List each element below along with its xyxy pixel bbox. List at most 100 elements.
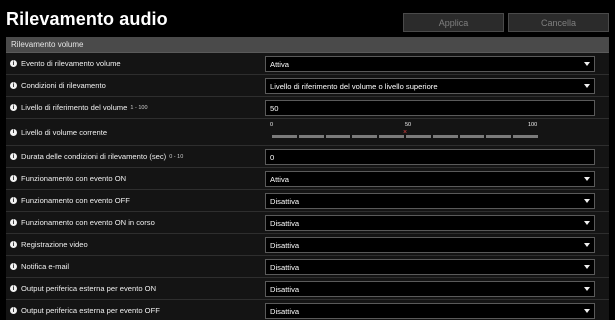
section-header: Rilevamento volume	[6, 37, 609, 53]
setting-label-text: Notifica e-mail	[21, 262, 70, 271]
setting-row: i Condizioni di rilevamento Livello di rif…	[6, 75, 609, 97]
cancel-button[interactable]: Cancella	[508, 13, 609, 32]
dropdown-value: Disattiva	[270, 262, 300, 272]
dropdown-value: Disattiva	[270, 196, 300, 206]
setting-label-text: Output periferica esterna per evento ON	[21, 284, 157, 293]
setting-label: i Funzionamento con evento ON	[10, 168, 126, 189]
meter-min-label: 0	[270, 122, 274, 128]
info-icon[interactable]: i	[10, 197, 17, 204]
setting-label: i Output periferica esterna per evento OF…	[10, 300, 160, 320]
chevron-down-icon	[584, 177, 590, 181]
setting-row: i Funzionamento con evento OFF Disattiva	[6, 190, 609, 212]
setting-label: i Funzionamento con evento ON in corso	[10, 212, 155, 233]
chevron-down-icon	[584, 287, 590, 291]
dropdown-value: Disattiva	[270, 218, 300, 228]
meter-segment	[298, 135, 324, 138]
meter-segment	[379, 135, 404, 138]
setting-label-text: Durata delle condizioni di rilevamento (…	[21, 152, 167, 161]
text-input[interactable]: 0	[265, 149, 595, 165]
dropdown-value: Disattiva	[270, 284, 300, 294]
setting-label: i Livello di volume corrente	[10, 119, 107, 145]
meter-segment	[486, 135, 512, 138]
dropdown-select[interactable]: Disattiva	[265, 259, 595, 275]
meter-segment	[405, 135, 431, 138]
meter-segment	[325, 135, 351, 138]
setting-row: i Registrazione video Disattiva	[6, 234, 609, 256]
input-value: 0	[270, 152, 275, 162]
setting-row: i Livello di riferimento del volume 1 - 10…	[6, 97, 609, 119]
setting-row: i Durata delle condizioni di rilevamento …	[6, 146, 609, 168]
meter-segment	[272, 135, 297, 138]
setting-label-text: Condizioni di rilevamento	[21, 81, 106, 90]
range-hint: 1 - 100	[130, 104, 148, 111]
setting-label: i Livello di riferimento del volume 1 - 10…	[10, 97, 148, 118]
text-input[interactable]: 50	[265, 100, 595, 116]
dropdown-select[interactable]: Livello di riferimento del volume o live…	[265, 78, 595, 94]
setting-label: i Condizioni di rilevamento	[10, 75, 106, 96]
info-icon[interactable]: i	[10, 104, 17, 111]
setting-label: i Funzionamento con evento OFF	[10, 190, 130, 211]
chevron-down-icon	[584, 84, 590, 88]
setting-label-text: Evento di rilevamento volume	[21, 59, 121, 68]
dropdown-select[interactable]: Disattiva	[265, 281, 595, 297]
dropdown-select[interactable]: Disattiva	[265, 237, 595, 253]
reference-level-marker: ×	[403, 129, 408, 136]
info-icon[interactable]: i	[10, 128, 17, 136]
meter-max-label: 100	[528, 122, 538, 128]
setting-label: i Evento di rilevamento volume	[10, 53, 121, 74]
setting-label: i Registrazione video	[10, 234, 88, 255]
dropdown-select[interactable]: Disattiva	[265, 303, 595, 319]
dropdown-select[interactable]: Disattiva	[265, 193, 595, 209]
info-icon[interactable]: i	[10, 307, 17, 314]
info-icon[interactable]: i	[10, 263, 17, 270]
setting-label-text: Registrazione video	[21, 240, 88, 249]
chevron-down-icon	[584, 309, 590, 313]
setting-label-text: Livello di volume corrente	[21, 127, 108, 137]
chevron-down-icon	[584, 265, 590, 269]
meter-segment	[459, 135, 485, 138]
setting-label-text: Livello di riferimento del volume	[21, 103, 128, 112]
dropdown-value: Disattiva	[270, 306, 300, 316]
meter-mid-label: 50	[405, 122, 412, 128]
setting-label: i Durata delle condizioni di rilevamento …	[10, 146, 183, 167]
input-value: 50	[270, 103, 279, 113]
setting-row: i Notifica e-mail Disattiva	[6, 256, 609, 278]
setting-label-text: Funzionamento con evento ON	[21, 174, 127, 183]
dropdown-value: Attiva	[270, 59, 289, 69]
setting-label-text: Funzionamento con evento ON in corso	[21, 218, 155, 227]
setting-row: i Livello di volume corrente 0 50 100 ×	[6, 119, 609, 146]
info-icon[interactable]: i	[10, 219, 17, 226]
chevron-down-icon	[584, 221, 590, 225]
setting-label-text: Output periferica esterna per evento OFF	[21, 306, 160, 315]
info-icon[interactable]: i	[10, 241, 17, 248]
dropdown-select[interactable]: Attiva	[265, 56, 595, 72]
apply-button[interactable]: Applica	[403, 13, 504, 32]
header-bar: Rilevamento audio Applica Cancella	[0, 0, 615, 37]
settings-list: i Evento di rilevamento volume Attiva i Cond…	[6, 53, 609, 320]
dropdown-value: Disattiva	[270, 240, 300, 250]
info-icon[interactable]: i	[10, 153, 17, 160]
meter-segment	[432, 135, 458, 138]
chevron-down-icon	[584, 199, 590, 203]
page-title: Rilevamento audio	[6, 9, 168, 29]
setting-label: i Notifica e-mail	[10, 256, 69, 277]
meter-segment	[513, 135, 538, 138]
dropdown-select[interactable]: Attiva	[265, 171, 595, 187]
setting-row: i Evento di rilevamento volume Attiva	[6, 53, 609, 75]
chevron-down-icon	[584, 243, 590, 247]
dropdown-value: Livello di riferimento del volume o live…	[270, 81, 438, 91]
chevron-down-icon	[584, 62, 590, 66]
info-icon[interactable]: i	[10, 175, 17, 182]
setting-label-text: Funzionamento con evento OFF	[21, 196, 130, 205]
range-hint: 0 - 10	[169, 153, 184, 160]
setting-row: i Output periferica esterna per evento ON…	[6, 278, 609, 300]
info-icon[interactable]: i	[10, 82, 17, 89]
setting-row: i Output periferica esterna per evento OF…	[6, 300, 609, 320]
volume-meter: 0 50 100 ×	[268, 120, 538, 145]
info-icon[interactable]: i	[10, 285, 17, 292]
info-icon[interactable]: i	[10, 60, 17, 67]
setting-row: i Funzionamento con evento ON in corso Dis…	[6, 212, 609, 234]
dropdown-value: Attiva	[270, 174, 289, 184]
dropdown-select[interactable]: Disattiva	[265, 215, 595, 231]
setting-label: i Output periferica esterna per evento ON	[10, 278, 156, 299]
